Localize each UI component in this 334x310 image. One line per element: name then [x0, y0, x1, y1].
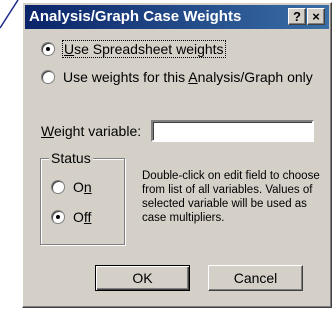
radio-button-icon[interactable] — [41, 70, 55, 84]
radio-status-off[interactable]: Off — [51, 207, 91, 227]
radio-label-spreadsheet-weights: Use Spreadsheet weights — [62, 40, 226, 58]
help-text: Double-click on edit field to choose fro… — [142, 170, 320, 224]
case-weights-dialog: Analysis/Graph Case Weights ? × Use Spre… — [22, 2, 332, 308]
cancel-button[interactable]: Cancel — [208, 265, 303, 291]
ok-button[interactable]: OK — [95, 265, 190, 291]
title-bar[interactable]: Analysis/Graph Case Weights ? × — [25, 5, 329, 29]
status-group-title: Status — [49, 150, 93, 166]
radio-button-icon[interactable] — [51, 210, 65, 224]
radio-spreadsheet-weights[interactable]: Use Spreadsheet weights — [41, 39, 226, 59]
radio-button-icon[interactable] — [41, 42, 55, 56]
background-line — [0, 0, 19, 29]
radio-status-on[interactable]: On — [51, 177, 92, 197]
dialog-title: Analysis/Graph Case Weights — [29, 8, 242, 25]
radio-label-analysis-weights: Use weights for this Analysis/Graph only — [63, 69, 313, 85]
radio-button-icon[interactable] — [51, 180, 65, 194]
status-groupbox: Status On Off — [40, 150, 125, 245]
help-button[interactable]: ? — [288, 8, 306, 25]
close-button[interactable]: × — [307, 8, 325, 25]
weight-variable-label: Weight variable: — [41, 123, 142, 139]
radio-label-on: On — [73, 179, 92, 195]
radio-analysis-weights[interactable]: Use weights for this Analysis/Graph only — [41, 67, 313, 87]
weight-variable-input[interactable] — [151, 120, 314, 142]
radio-label-off: Off — [73, 209, 92, 225]
